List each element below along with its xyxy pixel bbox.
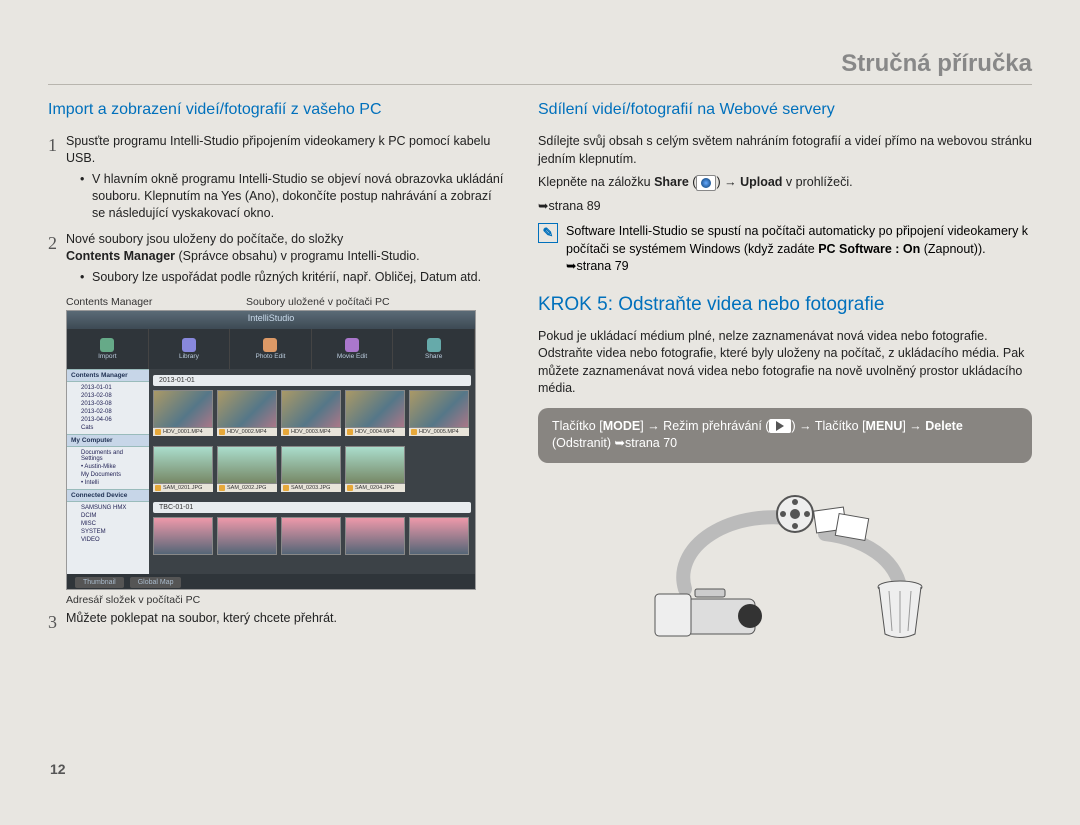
side-panel: Contents Manager 2013-01-01 2013-02-08 2… bbox=[67, 369, 149, 574]
step-3: 3 Můžete poklepat na soubor, který chcet… bbox=[48, 610, 508, 634]
note-text: Software Intelli-Studio se spustí na poč… bbox=[566, 223, 1032, 276]
grey-instruction-box: Tlačítko [MODE] → Režim přehrávání () → … bbox=[538, 408, 1032, 463]
date-header-1: 2013-01-01 bbox=[153, 375, 471, 386]
sb-global-map: Global Map bbox=[130, 577, 182, 588]
page-ref-89: ➥strana 89 bbox=[538, 198, 1032, 216]
right-heading-2: KROK 5: Odstraňte videa nebo fotografie bbox=[538, 294, 1032, 316]
side-grp1-hdr: Contents Manager bbox=[67, 369, 149, 382]
app-titlebar: IntelliStudio bbox=[67, 311, 475, 329]
thumbnail: HDV_0001.MP4 bbox=[153, 390, 213, 436]
statusbar: Thumbnail Global Map bbox=[67, 574, 475, 590]
step-number: 3 bbox=[48, 610, 66, 634]
date-header-2: TBC-01-01 bbox=[153, 502, 471, 513]
tool-movie-edit: Movie Edit bbox=[312, 329, 394, 369]
page-title: Stručná příručka bbox=[48, 50, 1032, 78]
side-grp3-hdr: Connected Device bbox=[67, 489, 149, 502]
caption-contents-manager: Contents Manager bbox=[66, 296, 226, 308]
step-2: 2 Nové soubory jsou uloženy do počítače,… bbox=[48, 231, 508, 286]
step2-rest: (Správce obsahu) v programu Intelli-Stud… bbox=[175, 249, 420, 263]
folder-icon bbox=[219, 429, 225, 435]
thumbnail: HDV_0005.MP4 bbox=[409, 390, 469, 436]
folder-icon bbox=[155, 485, 161, 491]
delete-intro: Pokud je ukládací médium plné, nelze zaz… bbox=[538, 328, 1032, 398]
thumbnail bbox=[345, 517, 405, 555]
arrow-icon: → bbox=[724, 175, 737, 189]
left-column: Import a zobrazení videí/fotografií z va… bbox=[48, 101, 508, 649]
tool-photo-edit: Photo Edit bbox=[230, 329, 312, 369]
share-intro: Sdílejte svůj obsah s celým světem nahrá… bbox=[538, 133, 1032, 168]
thumbnail: SAM_0203.JPG bbox=[281, 446, 341, 492]
step-number: 1 bbox=[48, 133, 66, 221]
step-number: 2 bbox=[48, 231, 66, 286]
side-grp2-hdr: My Computer bbox=[67, 434, 149, 447]
folder-icon bbox=[347, 429, 353, 435]
thumbnail bbox=[217, 517, 277, 555]
share-globe-icon bbox=[696, 175, 716, 191]
caption-folder-tree: Adresář složek v počítači PC bbox=[66, 594, 508, 606]
tool-share: Share bbox=[393, 329, 475, 369]
bullet-icon: • bbox=[80, 269, 92, 286]
import-icon bbox=[100, 338, 114, 352]
step2-sub: Soubory lze uspořádat podle různých krit… bbox=[92, 269, 481, 286]
photo-edit-icon bbox=[263, 338, 277, 352]
thumbnail-area: 2013-01-01 HDV_0001.MP4 HDV_0002.MP4 HDV… bbox=[149, 369, 475, 574]
step2-bold: Contents Manager bbox=[66, 249, 175, 263]
thumb-row-1: HDV_0001.MP4 HDV_0002.MP4 HDV_0003.MP4 H… bbox=[153, 390, 471, 436]
page-number: 12 bbox=[50, 761, 66, 777]
note-icon: ✎ bbox=[538, 223, 558, 243]
thumbnail: SAM_0202.JPG bbox=[217, 446, 277, 492]
bullet-icon: • bbox=[80, 171, 92, 222]
app-toolbar: Import Library Photo Edit Movie Edit Sha… bbox=[67, 329, 475, 369]
thumbnail: HDV_0004.MP4 bbox=[345, 390, 405, 436]
share-instruction: Klepněte na záložku Share () → Upload v … bbox=[538, 174, 1032, 192]
folder-icon bbox=[283, 429, 289, 435]
thumbnail bbox=[281, 517, 341, 555]
share-icon bbox=[427, 338, 441, 352]
tool-library: Library bbox=[149, 329, 231, 369]
folder-icon bbox=[219, 485, 225, 491]
folder-icon bbox=[155, 429, 161, 435]
delete-illustration bbox=[538, 479, 1032, 649]
step-1: 1 Spusťte programu Intelli-Studio připoj… bbox=[48, 133, 508, 221]
movie-edit-icon bbox=[345, 338, 359, 352]
sb-thumbnail: Thumbnail bbox=[75, 577, 124, 588]
thumbnail: HDV_0003.MP4 bbox=[281, 390, 341, 436]
library-icon bbox=[182, 338, 196, 352]
step2-text: Nové soubory jsou uloženy do počítače, d… bbox=[66, 232, 343, 246]
thumbnail: HDV_0002.MP4 bbox=[217, 390, 277, 436]
folder-icon bbox=[283, 485, 289, 491]
caption-saved-files: Soubory uložené v počítači PC bbox=[246, 296, 390, 308]
step1-sub: V hlavním okně programu Intelli-Studio s… bbox=[92, 171, 508, 222]
thumbnail: SAM_0204.JPG bbox=[345, 446, 405, 492]
thumb-row-3 bbox=[153, 517, 471, 555]
playback-mode-icon bbox=[769, 419, 791, 433]
thumb-row-2: SAM_0201.JPG SAM_0202.JPG SAM_0203.JPG S… bbox=[153, 446, 471, 492]
thumbnail bbox=[409, 517, 469, 555]
right-column: Sdílení videí/fotografií na Webové serve… bbox=[538, 101, 1032, 649]
step3-text: Můžete poklepat na soubor, který chcete … bbox=[66, 611, 337, 625]
thumbnail: SAM_0201.JPG bbox=[153, 446, 213, 492]
folder-icon bbox=[347, 485, 353, 491]
step1-text: Spusťte programu Intelli-Studio připojen… bbox=[66, 134, 490, 165]
right-heading-1: Sdílení videí/fotografií na Webové serve… bbox=[538, 101, 1032, 119]
thumbnail bbox=[153, 517, 213, 555]
intelli-studio-screenshot: IntelliStudio Import Library Photo Edit … bbox=[66, 310, 508, 590]
tool-import: Import bbox=[67, 329, 149, 369]
divider bbox=[48, 84, 1032, 85]
note-box: ✎ Software Intelli-Studio se spustí na p… bbox=[538, 223, 1032, 276]
left-heading: Import a zobrazení videí/fotografií z va… bbox=[48, 101, 508, 119]
folder-icon bbox=[411, 429, 417, 435]
